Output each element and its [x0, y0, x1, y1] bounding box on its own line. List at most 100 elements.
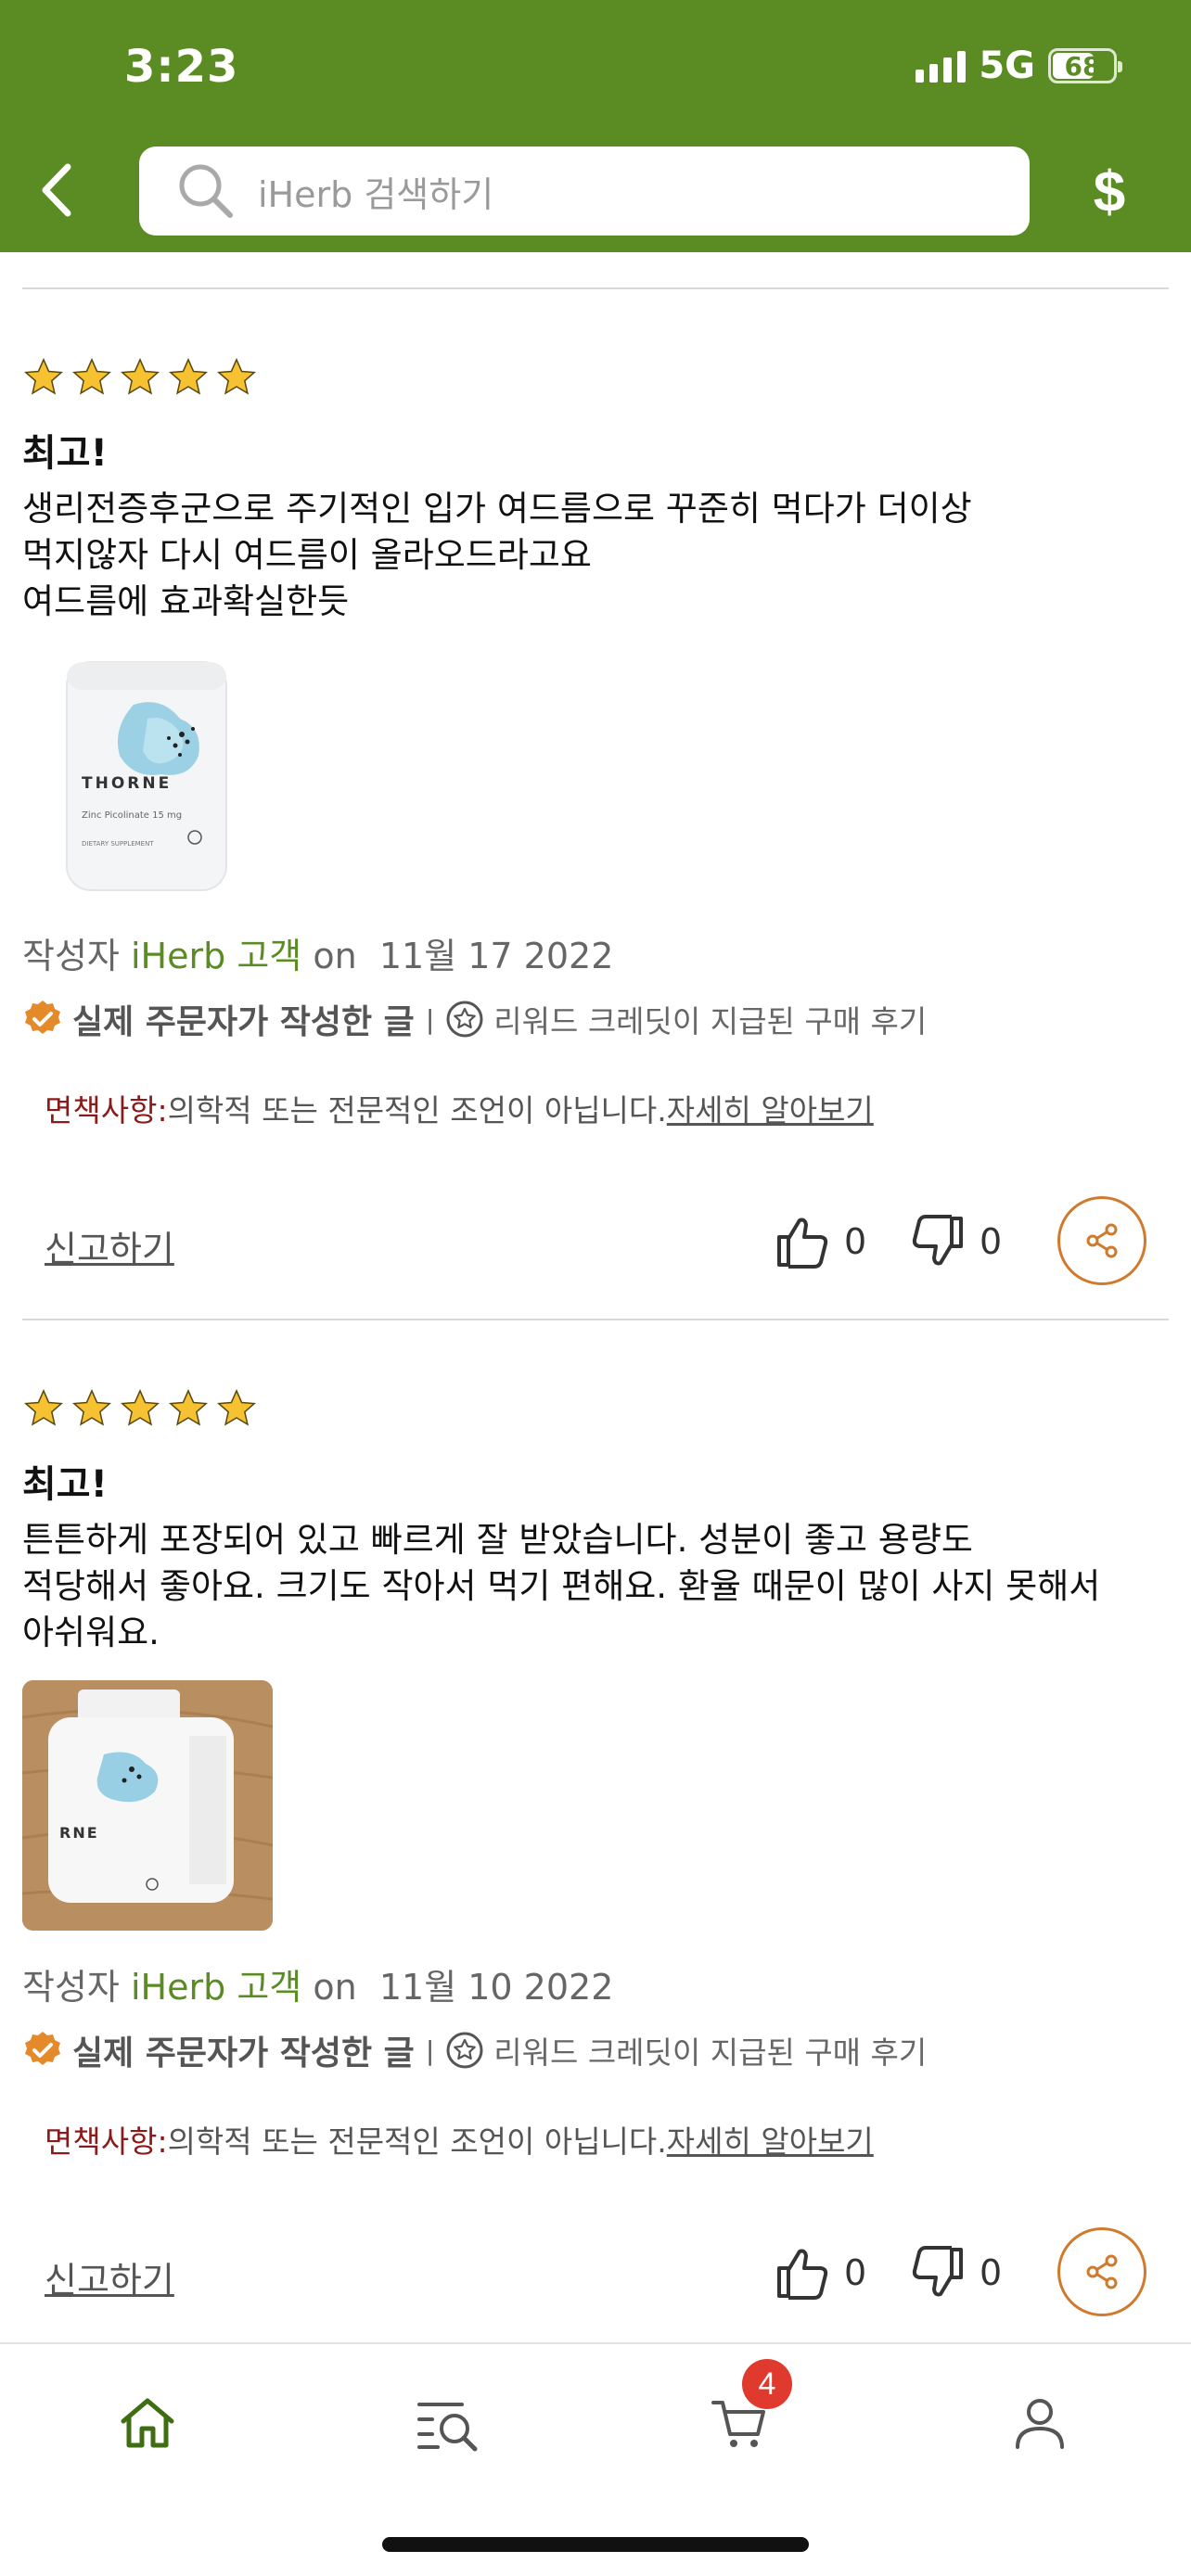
status-indicators: 5G 68: [916, 45, 1122, 87]
search-list-icon: [417, 2403, 478, 2452]
share-icon: [1086, 2254, 1118, 2289]
reward-credit-label: 리워드 크레딧이 지급된 구매 후기: [493, 2034, 928, 2071]
bottle-brand: RNE: [59, 1824, 99, 1842]
disclaimer-label: 면책사항:: [45, 2123, 168, 2160]
star-icon: [71, 1388, 112, 1426]
share-button[interactable]: [1057, 1196, 1146, 1285]
separator: |: [425, 1003, 435, 1035]
disclaimer-text: 의학적 또는 전문적인 조언이 아닙니다.: [167, 1092, 667, 1129]
home-indicator: [382, 2537, 809, 2552]
bottle-sub: DIETARY SUPPLEMENT: [82, 840, 154, 848]
verified-purchase-label: 실제 주문자가 작성한 글: [72, 1003, 415, 1041]
review-title: 최고!: [22, 1463, 108, 1506]
review-body: 튼튼하게 포장되어 있고 빠르게 잘 받았습니다. 성분이 좋고 용량도 적당해…: [22, 1517, 1169, 1656]
network-type: 5G: [979, 45, 1035, 87]
nav-home[interactable]: [106, 2381, 189, 2465]
star-icon: [120, 357, 160, 395]
star-icon: [216, 357, 257, 395]
author-name[interactable]: iHerb 고객: [131, 936, 301, 976]
star-icon: [23, 357, 64, 395]
helpful-count: 0: [844, 2252, 867, 2293]
not-helpful-button[interactable]: 0: [909, 2244, 1002, 2302]
star-icon: [71, 357, 112, 395]
reward-star-icon: [446, 2032, 483, 2069]
review-badges: 실제 주문자가 작성한 글 | 리워드 크레딧이 지급된 구매 후기: [22, 995, 1169, 1043]
search-icon: [179, 164, 233, 218]
disclaimer-label: 면책사항:: [45, 1092, 168, 1129]
author-prefix: 작성자: [22, 1967, 120, 2008]
search-input[interactable]: iHerb 검색하기: [139, 147, 1030, 236]
learn-more-link[interactable]: 자세히 알아보기: [667, 2123, 874, 2160]
chevron-left-icon: [42, 163, 71, 217]
star-rating: [22, 356, 1169, 399]
divider: [22, 287, 1169, 289]
author-on: on: [313, 1967, 357, 2008]
thumbs-up-icon: [777, 1218, 828, 1269]
disclaimer: 면책사항:의학적 또는 전문적인 조언이 아닙니다.자세히 알아보기: [45, 1086, 1169, 1130]
nav-cart[interactable]: 4: [698, 2359, 792, 2465]
helpful-count: 0: [844, 1221, 867, 1262]
helpful-button[interactable]: 0: [774, 1213, 866, 1270]
divider: [22, 1319, 1169, 1320]
battery-icon: 68: [1048, 48, 1122, 83]
review-date: 11월 10 2022: [378, 1967, 614, 2008]
review-author-line: 작성자 iHerb 고객 on 11월 10 2022: [22, 1958, 1169, 2009]
review-title: 최고!: [22, 432, 108, 475]
star-icon: [216, 1388, 257, 1426]
star-icon: [23, 1388, 64, 1426]
not-helpful-button[interactable]: 0: [909, 1213, 1002, 1270]
review-photo[interactable]: RNE: [22, 1680, 273, 1931]
star-rating: [22, 1387, 1169, 1430]
report-link[interactable]: 신고하기: [45, 1220, 174, 1271]
not-helpful-count: 0: [980, 1221, 1003, 1262]
signal-icon: [916, 49, 967, 83]
share-button[interactable]: [1057, 2227, 1146, 2316]
search-placeholder: iHerb 검색하기: [258, 173, 494, 215]
not-helpful-count: 0: [980, 2252, 1003, 2293]
review-meta: 작성자 iHerb 고객 on 11월 17 2022 실제 주문자가 작성한 …: [22, 927, 1169, 1130]
top-header: 3:23 5G 68 iHerb 검색하기 $: [0, 0, 1191, 252]
share-icon: [1086, 1223, 1118, 1258]
star-icon: [120, 1388, 160, 1426]
verified-purchase-label: 실제 주문자가 작성한 글: [72, 2034, 415, 2072]
nav-account[interactable]: [998, 2381, 1082, 2465]
review-actions: 신고하기 0 0: [22, 2227, 1169, 2320]
thumbs-up-icon: [777, 2249, 828, 2300]
disclaimer: 면책사항:의학적 또는 전문적인 조언이 아닙니다.자세히 알아보기: [45, 2117, 1169, 2162]
thumbs-down-icon: [912, 1215, 963, 1266]
review-body-line: 먹지않자 다시 여드름이 올라오드라고요: [22, 535, 592, 575]
separator: |: [425, 2034, 435, 2066]
review-photo[interactable]: THORNE Zinc Picolinate 15 mg DIETARY SUP…: [22, 649, 273, 899]
bottle-product: Zinc Picolinate 15 mg: [82, 810, 182, 821]
author-name[interactable]: iHerb 고객: [131, 1967, 301, 2008]
review-meta: 작성자 iHerb 고객 on 11월 10 2022 실제 주문자가 작성한 …: [22, 1958, 1169, 2162]
review-actions: 신고하기 0 0: [22, 1196, 1169, 1289]
review-body-line: 적당해서 좋아요. 크기도 작아서 먹기 편해요. 환율 때문이 많이 사지 못…: [22, 1566, 1101, 1606]
back-button[interactable]: [28, 158, 83, 223]
reward-star-icon: [446, 1001, 483, 1038]
verified-check-icon: [25, 2032, 60, 2065]
report-link[interactable]: 신고하기: [45, 2251, 174, 2302]
currency-button[interactable]: $: [1082, 150, 1137, 234]
author-prefix: 작성자: [22, 936, 120, 976]
star-icon: [168, 357, 209, 395]
review-body-line: 튼튼하게 포장되어 있고 빠르게 잘 받았습니다. 성분이 좋고 용량도: [22, 1520, 973, 1560]
review-card: 최고! 생리전증후군으로 주기적인 입가 여드름으로 꾸준히 먹다가 더이상 먹…: [22, 356, 1169, 899]
reward-credit-label: 리워드 크레딧이 지급된 구매 후기: [493, 1003, 928, 1039]
author-on: on: [313, 936, 357, 976]
review-badges: 실제 주문자가 작성한 글 | 리워드 크레딧이 지급된 구매 후기: [22, 2026, 1169, 2074]
review-body-line: 생리전증후군으로 주기적인 입가 여드름으로 꾸준히 먹다가 더이상: [22, 489, 972, 529]
helpful-button[interactable]: 0: [774, 2244, 866, 2302]
bottle-brand: THORNE: [82, 774, 172, 793]
review-author-line: 작성자 iHerb 고객 on 11월 17 2022: [22, 927, 1169, 978]
battery-level: 68: [1064, 50, 1101, 82]
star-icon: [168, 1388, 209, 1426]
nav-browse[interactable]: [406, 2381, 490, 2465]
thumbs-down-icon: [912, 2246, 963, 2297]
review-body-line: 여드름에 효과확실한듯: [22, 581, 350, 621]
cart-count-badge: 4: [742, 2359, 792, 2409]
review-body: 생리전증후군으로 주기적인 입가 여드름으로 꾸준히 먹다가 더이상 먹지않자 …: [22, 486, 1169, 625]
account-icon: [1016, 2399, 1064, 2449]
disclaimer-text: 의학적 또는 전문적인 조언이 아닙니다.: [167, 2123, 667, 2160]
learn-more-link[interactable]: 자세히 알아보기: [667, 1092, 874, 1129]
